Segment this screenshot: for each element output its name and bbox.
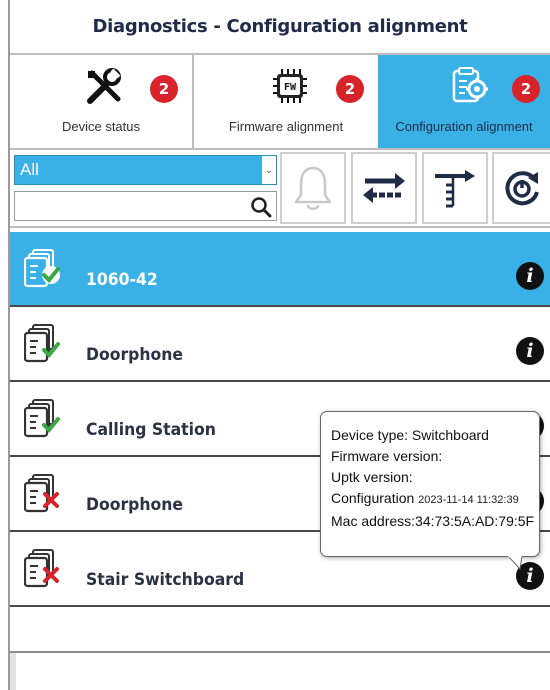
title-bar: Diagnostics - Configuration alignment bbox=[10, 0, 550, 55]
search-box bbox=[14, 191, 277, 221]
tooltip-configuration: Configuration 2023-11-14 11:32:39 bbox=[331, 488, 539, 511]
refresh-power-icon bbox=[505, 171, 539, 206]
firmware-chip-text: FW bbox=[284, 82, 297, 93]
search-input[interactable] bbox=[15, 192, 245, 220]
tooltip-mac-address: Mac address:34:73:5A:AD:79:5F bbox=[331, 513, 535, 529]
info-button[interactable]: i bbox=[516, 337, 544, 365]
config-error-icon bbox=[24, 474, 59, 513]
config-aligned-icon bbox=[24, 324, 60, 363]
tooltip-configuration-value: 2023-11-14 11:32:39 bbox=[418, 494, 519, 506]
filter-value: All bbox=[20, 160, 39, 179]
search-icon[interactable] bbox=[250, 196, 272, 218]
tooltip-configuration-label: Configuration bbox=[331, 490, 415, 506]
config-aligned-icon bbox=[24, 249, 60, 288]
align-all-button[interactable] bbox=[351, 152, 417, 224]
info-button[interactable]: i bbox=[516, 262, 544, 290]
device-row[interactable]: 1060-42 i bbox=[10, 232, 550, 307]
config-aligned-icon bbox=[24, 399, 60, 438]
info-icon: i bbox=[526, 340, 534, 362]
tab-firmware-alignment-label: Firmware alignment bbox=[228, 119, 344, 134]
tooltip-device-type: Device type: Switchboard bbox=[331, 427, 489, 443]
firmware-chip-icon: FW bbox=[273, 69, 307, 103]
device-name: Doorphone bbox=[86, 495, 184, 515]
firmware-alignment-badge: 2 bbox=[336, 75, 364, 103]
tab-device-status[interactable]: 2 Device status bbox=[10, 55, 194, 148]
empty-row bbox=[10, 607, 550, 649]
status-strip bbox=[10, 653, 550, 690]
info-icon: i bbox=[526, 565, 534, 587]
device-name: Doorphone bbox=[86, 345, 184, 365]
notifications-button[interactable] bbox=[280, 152, 346, 224]
info-icon: i bbox=[526, 265, 534, 287]
tools-icon bbox=[87, 68, 121, 104]
config-gear-doc-icon bbox=[452, 67, 488, 103]
tooltip-pointer bbox=[507, 556, 523, 570]
tab-firmware-alignment[interactable]: FW 2 Firmware alignment bbox=[194, 55, 378, 148]
bell-icon bbox=[294, 166, 332, 210]
device-info-tooltip: Device type: Switchboard Firmware versio… bbox=[320, 411, 540, 557]
device-status-badge: 2 bbox=[150, 75, 178, 103]
refresh-button[interactable] bbox=[492, 152, 550, 224]
list-arrow-icon bbox=[435, 170, 475, 208]
window-title: Diagnostics - Configuration alignment bbox=[92, 16, 468, 37]
device-name: Calling Station bbox=[86, 420, 216, 440]
config-error-icon bbox=[24, 549, 59, 588]
device-row[interactable]: Doorphone i bbox=[10, 307, 550, 382]
align-selected-button[interactable] bbox=[422, 152, 488, 224]
filter-dropdown[interactable]: All ⌄ bbox=[14, 155, 277, 185]
tab-device-status-label: Device status bbox=[61, 119, 141, 134]
exchange-arrows-icon bbox=[363, 173, 405, 203]
tab-configuration-alignment[interactable]: 2 Configuration alignment bbox=[378, 55, 550, 148]
toolbar: All ⌄ bbox=[10, 150, 550, 228]
tab-configuration-alignment-label: Configuration alignment bbox=[395, 119, 533, 134]
diagnostics-window: Diagnostics - Configuration alignment 2 … bbox=[8, 0, 550, 690]
tooltip-uptk-version: Uptk version: bbox=[331, 469, 413, 485]
tooltip-firmware-version: Firmware version: bbox=[331, 448, 443, 464]
configuration-alignment-badge: 2 bbox=[512, 75, 540, 103]
chevron-down-icon: ⌄ bbox=[262, 156, 276, 184]
device-name: Stair Switchboard bbox=[86, 570, 245, 590]
tab-bar: 2 Device status FW 2 Firmware alignment bbox=[10, 55, 550, 150]
device-name: 1060-42 bbox=[86, 270, 158, 290]
